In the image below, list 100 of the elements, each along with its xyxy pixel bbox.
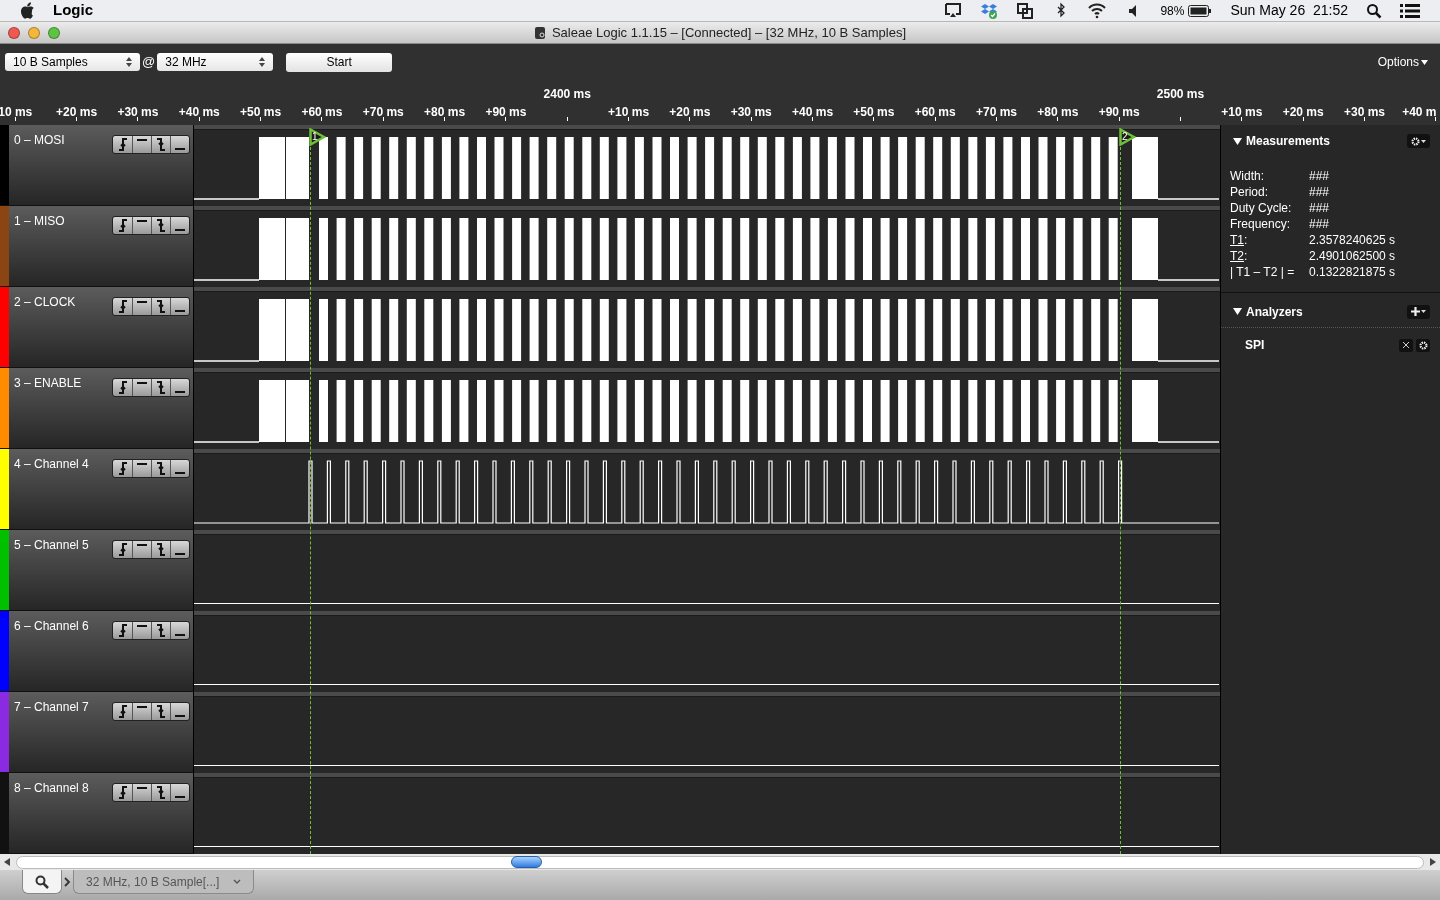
battery-percentage: 98%	[1160, 2, 1185, 20]
cursor-link[interactable]: T1	[1230, 231, 1244, 249]
time-offset-label: +70 ms	[362, 104, 404, 121]
channel-name: 1 – MISO	[14, 213, 65, 230]
rising-edge-icon	[118, 786, 127, 799]
time-offset-label: +60 ms	[301, 104, 343, 121]
app-icon	[533, 25, 546, 40]
measurement-label: Duty Cycle:	[1230, 200, 1292, 217]
sample-count-select[interactable]: 10 B Samples	[5, 53, 140, 71]
search-icon[interactable]	[1366, 2, 1382, 19]
chevron-right-icon[interactable]	[64, 877, 71, 887]
caret-icon	[1421, 310, 1426, 313]
time-offset-label: +10 ms	[608, 104, 650, 121]
time-offset-label: +30 ms	[1343, 104, 1385, 121]
rising-edge-icon	[118, 381, 127, 394]
scroll-right-icon[interactable]	[1430, 858, 1436, 866]
colon-label: :	[1244, 232, 1248, 249]
display-icon[interactable]	[944, 1, 963, 20]
rising-edge-icon	[118, 138, 127, 151]
rising-edge-icon	[118, 300, 127, 313]
time-offset-label: +90 ms	[485, 104, 527, 121]
falling-edge-icon	[157, 462, 165, 475]
channel-name: 4 – Channel 4	[14, 456, 89, 473]
time-marker-label: 2500 ms	[1156, 86, 1205, 103]
app-menu[interactable]: Logic	[53, 0, 93, 22]
options-button[interactable]: Options	[1377, 53, 1428, 71]
cursor-marker[interactable]: 2	[1119, 128, 1136, 146]
time-offset-label: +30 ms	[117, 104, 159, 121]
cursor-line[interactable]	[310, 147, 311, 854]
caret-icon	[1421, 139, 1426, 143]
time-offset-label: +10 ms	[1221, 104, 1263, 121]
time-marker-label: 2400 ms	[543, 86, 591, 103]
measurement-value: ###	[1309, 184, 1330, 201]
apple-logo-icon[interactable]	[20, 2, 35, 19]
gear-icon	[1418, 340, 1428, 350]
channel-name: 8 – Channel 8	[14, 780, 89, 797]
channel-header[interactable]: 8 – Channel 8	[0, 773, 194, 854]
panel-title: Measurements	[1246, 133, 1331, 150]
settings-menu-button[interactable]	[1407, 134, 1430, 148]
disclosure-triangle-icon[interactable]	[1233, 308, 1242, 315]
falling-edge-icon	[157, 543, 165, 556]
time-offset-label: +80 ms	[1037, 104, 1079, 121]
list-icon[interactable]	[1400, 2, 1420, 19]
scroll-left-icon[interactable]	[4, 858, 10, 866]
zoom-button[interactable]	[48, 26, 60, 39]
channel-header[interactable]: 2 – CLOCK	[0, 287, 194, 368]
rising-edge-icon	[118, 462, 127, 475]
time-offset-label: +20 ms	[1282, 104, 1324, 121]
channel-header[interactable]: 1 – MISO	[0, 206, 194, 287]
falling-edge-icon	[157, 381, 165, 394]
search-tab[interactable]	[22, 870, 62, 894]
box-check-icon[interactable]	[980, 1, 999, 20]
plus-icon	[1411, 307, 1420, 316]
scrollbar-thumb[interactable]	[511, 856, 542, 868]
windows-sync-icon[interactable]	[1016, 1, 1035, 20]
analyzer-settings-button[interactable]	[1416, 338, 1430, 352]
analyzer-name[interactable]: SPI	[1245, 336, 1265, 354]
falling-edge-icon	[157, 624, 165, 637]
time-offset-label: +40 ms	[178, 104, 220, 121]
channel-name: 5 – Channel 5	[14, 537, 89, 554]
channel-header[interactable]: 7 – Channel 7	[0, 692, 194, 773]
close-button[interactable]	[8, 26, 20, 39]
disclosure-triangle-icon[interactable]	[1233, 137, 1242, 145]
falling-edge-icon	[157, 138, 165, 151]
cursor-line[interactable]	[1120, 147, 1121, 854]
menubar-clock[interactable]: Sun May 26 21:52	[1230, 0, 1348, 21]
channel-header[interactable]: 0 – MOSI	[0, 125, 194, 206]
time-offset-label: +50 ms	[853, 104, 895, 121]
caret-icon	[1421, 59, 1428, 65]
channel-name: 2 – CLOCK	[14, 294, 76, 311]
cursor-marker[interactable]: 1	[309, 128, 326, 146]
close-icon	[1403, 342, 1409, 348]
measurement-value: 2.4901062500 s	[1309, 248, 1396, 265]
channel-header[interactable]: 6 – Channel 6	[0, 611, 194, 692]
time-offset-label: +60 ms	[914, 104, 956, 121]
time-offset-label: +90 ms	[1098, 104, 1140, 121]
measurement-label: | T1 – T2 | =	[1230, 264, 1295, 281]
channel-name: 0 – MOSI	[14, 132, 65, 149]
channel-header[interactable]: 3 – ENABLE	[0, 368, 194, 449]
add-analyzer-button[interactable]	[1407, 304, 1430, 319]
channel-header[interactable]: 4 – Channel 4	[0, 449, 194, 530]
time-offset-label: +20 ms	[56, 104, 98, 121]
start-button[interactable]: Start	[286, 52, 393, 72]
horizontal-scrollbar[interactable]	[16, 855, 1424, 869]
battery-icon[interactable]	[1188, 4, 1213, 17]
minimize-button[interactable]	[28, 26, 40, 39]
falling-edge-icon	[157, 300, 165, 313]
cursor-link[interactable]: T2	[1230, 247, 1244, 265]
capture-tab[interactable]: 32 MHz, 10 B Sample[...]	[73, 870, 255, 894]
channel-header[interactable]: 5 – Channel 5	[0, 530, 194, 611]
at-sign-label: @	[142, 53, 156, 72]
measurement-value: 0.1322821875 s	[1309, 264, 1396, 281]
sample-rate-select[interactable]: 32 MHz	[157, 53, 274, 71]
remove-analyzer-button[interactable]	[1399, 338, 1413, 352]
panel-title: Analyzers	[1246, 303, 1303, 321]
stepper-arrows-icon	[259, 57, 266, 67]
time-offset-label: +30 ms	[730, 104, 772, 121]
rising-edge-icon	[118, 705, 127, 718]
wifi-icon[interactable]	[1088, 1, 1107, 20]
measurement-label: Period:	[1230, 184, 1269, 201]
